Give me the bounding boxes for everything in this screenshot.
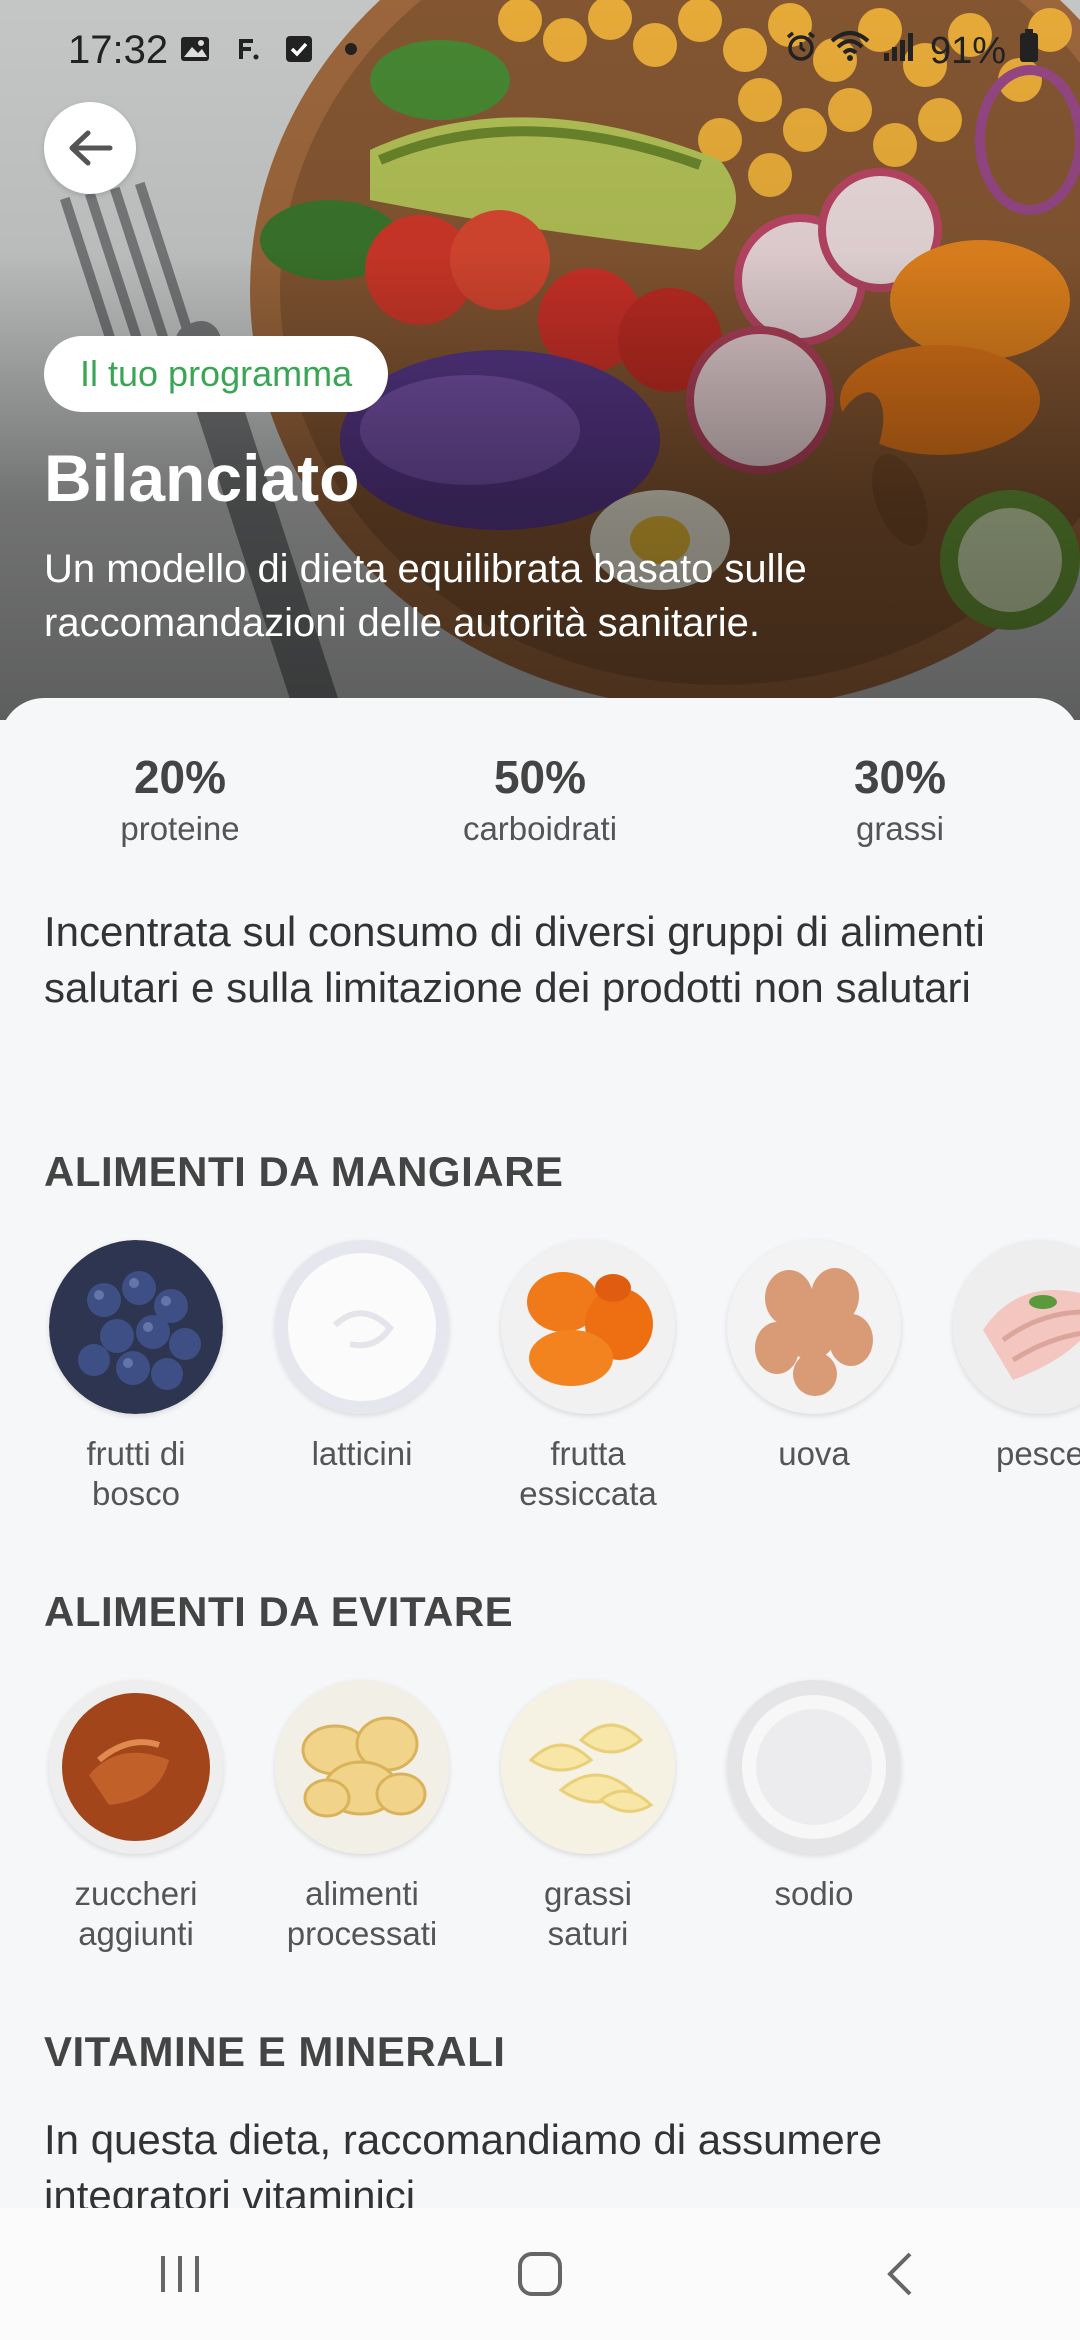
foods-to-avoid-list[interactable]: zuccheri aggiunti alimenti processati gr… — [0, 1680, 1080, 1970]
food-item-sodium[interactable]: sodio — [701, 1680, 927, 1914]
macros-breakdown: 20% proteine 50% carboidrati 30% grassi — [0, 750, 1080, 860]
butter-image — [501, 1680, 675, 1854]
food-item-fish[interactable]: pesce — [927, 1240, 1080, 1474]
food-label: frutta essiccata — [475, 1434, 701, 1514]
content-sheet[interactable]: 20% proteine 50% carboidrati 30% grassi … — [0, 698, 1080, 2208]
food-label-text: grassi saturi — [543, 1875, 633, 1952]
macro-fats: 30% grassi — [720, 750, 1080, 848]
recent-apps-button[interactable] — [120, 2224, 240, 2324]
food-label-text: zuccheri aggiunti — [74, 1875, 198, 1952]
food-item-added-sugars[interactable]: zuccheri aggiunti — [23, 1680, 249, 1954]
salt-image — [727, 1680, 901, 1854]
dried-fruit-image — [501, 1240, 675, 1414]
food-label: alimenti processati — [249, 1874, 475, 1954]
notification-icons — [178, 32, 368, 66]
food-label: grassi saturi — [475, 1874, 701, 1954]
macro-label: grassi — [855, 810, 945, 847]
foods-to-eat-list[interactable]: frutti di bosco latticini frutta essicca… — [0, 1240, 1080, 1530]
section-title-vitamins: VITAMINE E MINERALI — [44, 2028, 506, 2075]
program-badge: Il tuo programma — [44, 336, 389, 412]
food-item-dairy[interactable]: latticini — [249, 1240, 475, 1474]
macro-protein: 20% proteine — [0, 750, 360, 848]
macro-carbs: 50% carboidrati — [360, 750, 720, 848]
food-label-text: latticini — [311, 1435, 413, 1472]
section-title-eat: ALIMENTI DA MANGIARE — [44, 1148, 564, 1195]
fish-image — [953, 1240, 1080, 1414]
status-bar: 17:32 91% — [0, 0, 1080, 100]
macro-value: 50% — [493, 751, 587, 803]
dairy-image — [275, 1240, 449, 1414]
macro-label: carboidrati — [462, 810, 618, 847]
caramel-image — [49, 1680, 223, 1854]
more-notifications-dot-icon — [334, 32, 368, 66]
food-label: frutti di bosco — [23, 1434, 249, 1514]
app-f-icon — [230, 32, 264, 66]
alarm-icon — [784, 29, 818, 73]
chevron-left-icon — [887, 2252, 912, 2296]
macro-label: proteine — [120, 810, 240, 847]
system-back-button[interactable] — [840, 2224, 960, 2324]
food-label-text: frutti di bosco — [86, 1435, 186, 1512]
eggs-image — [727, 1240, 901, 1414]
food-item-saturated-fats[interactable]: grassi saturi — [475, 1680, 701, 1954]
food-item-eggs[interactable]: uova — [701, 1240, 927, 1474]
food-label-text: sodio — [774, 1875, 854, 1912]
hero-banner: 17:32 91% Il tuo programma Bilanciato Un… — [0, 0, 1080, 720]
food-label-text: alimenti processati — [286, 1875, 438, 1952]
vitamins-description: In questa dieta, raccomandiamo di assume… — [44, 2116, 883, 2208]
recent-apps-icon — [161, 2256, 199, 2292]
food-label: zuccheri aggiunti — [23, 1874, 249, 1954]
macro-value: 30% — [853, 751, 947, 803]
arrow-left-icon — [69, 130, 113, 166]
food-label: sodio — [701, 1874, 927, 1914]
status-time: 17:32 — [68, 28, 169, 72]
system-navigation-bar — [0, 2208, 1080, 2340]
battery-percentage: 91% — [929, 29, 1006, 72]
home-icon — [518, 2252, 562, 2296]
battery-icon — [1018, 28, 1040, 74]
blueberries-image — [49, 1240, 223, 1414]
food-label: pesce — [927, 1434, 1080, 1474]
wifi-icon — [830, 29, 870, 73]
chips-image — [275, 1680, 449, 1854]
food-label: uova — [701, 1434, 927, 1474]
food-label: latticini — [249, 1434, 475, 1474]
page-title: Bilanciato — [44, 441, 360, 515]
signal-icon — [882, 29, 918, 73]
food-label-text: uova — [778, 1435, 850, 1472]
checkbox-notification-icon — [282, 32, 316, 66]
home-button[interactable] — [480, 2224, 600, 2324]
food-item-dried-fruit[interactable]: frutta essiccata — [475, 1240, 701, 1514]
macro-value: 20% — [133, 751, 227, 803]
diet-summary: Incentrata sul consumo di diversi gruppi… — [44, 908, 985, 1011]
section-title-avoid: ALIMENTI DA EVITARE — [44, 1588, 514, 1635]
gallery-icon — [178, 32, 212, 66]
food-label-text: pesce — [995, 1435, 1080, 1472]
food-item-processed[interactable]: alimenti processati — [249, 1680, 475, 1954]
food-item-berries[interactable]: frutti di bosco — [23, 1240, 249, 1514]
food-label-text: frutta essiccata — [519, 1435, 657, 1512]
back-button[interactable] — [44, 102, 136, 194]
hero-description: Un modello di dieta equilibrata basato s… — [44, 547, 807, 645]
system-status-icons: 91% — [784, 28, 1040, 74]
